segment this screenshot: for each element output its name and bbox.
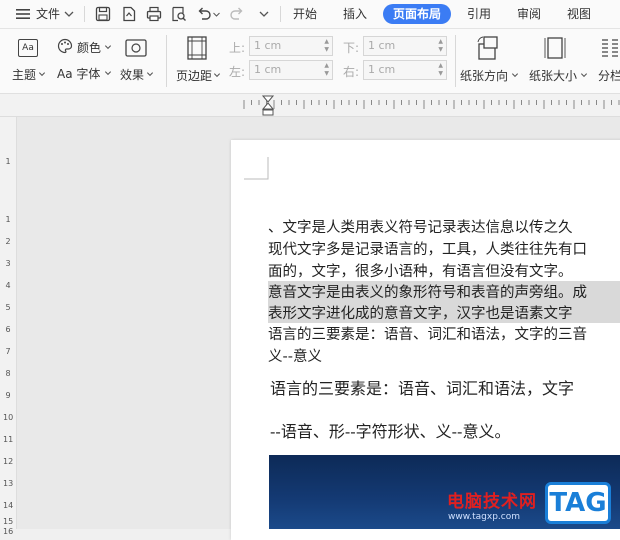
color-button[interactable]: 颜色	[77, 39, 101, 56]
print-preview-icon[interactable]	[170, 5, 188, 23]
document-line[interactable]: 、文字是人类用表义符号记录表达信息以传之久	[268, 216, 573, 237]
paper-size-icon[interactable]	[544, 35, 566, 61]
ruler-number: 16	[3, 527, 14, 536]
divider	[280, 6, 281, 22]
ruler-number: 9	[5, 391, 11, 400]
ruler-ticks	[243, 100, 620, 109]
tab-references[interactable]: 引用	[460, 4, 498, 24]
page-orientation-icon[interactable]	[476, 35, 500, 61]
watermark-url: www.tagxp.com	[448, 512, 520, 522]
vertical-ruler[interactable]: 1 1 2 3 4 5 6 7 8 9 10 11 12 13 14 15 16	[0, 117, 17, 536]
divider	[166, 35, 167, 87]
paper-size-button[interactable]: 纸张大小	[529, 67, 577, 84]
ruler-number: 13	[3, 479, 14, 488]
watermark-logo: TAG	[545, 482, 611, 524]
document-line[interactable]: 语言的三要素是：语音、词汇和语法，文字	[270, 375, 574, 399]
right-margin-input[interactable]: 1 cm ▲ ▼	[363, 60, 447, 80]
ruler-number: 14	[3, 501, 14, 510]
top-margin-label: 上:	[229, 41, 246, 55]
indent-marker-icon[interactable]	[262, 95, 274, 116]
ruler-number: 3	[5, 259, 11, 268]
top-margin-value: 1 cm	[254, 39, 282, 52]
ribbon-toolbar: Aa 主题 颜色 Aa 字体 效果 页边距 上: 1 cm ▲ ▼ 左: 1 cm ▲…	[0, 29, 620, 94]
spinner-arrows-icon[interactable]: ▲ ▼	[438, 62, 443, 78]
ruler-number: 8	[5, 369, 11, 378]
ruler-number: 7	[5, 347, 11, 356]
chevron-down-icon[interactable]	[63, 8, 75, 20]
undo-icon[interactable]	[195, 5, 213, 23]
ruler-number: 1	[5, 215, 11, 224]
tab-review[interactable]: 审阅	[510, 4, 548, 24]
palette-icon[interactable]	[57, 38, 73, 54]
effects-icon[interactable]	[125, 39, 147, 57]
file-menu[interactable]: 文件	[36, 0, 60, 28]
theme-icon[interactable]: Aa	[18, 39, 38, 57]
chevron-down-icon[interactable]	[104, 43, 112, 51]
document-line[interactable]: 语言的三要素是：语音、词汇和语法，文字的三音	[268, 323, 587, 344]
top-margin-input[interactable]: 1 cm ▲ ▼	[249, 36, 333, 56]
ruler-number: 11	[3, 435, 14, 444]
document-line[interactable]: 现代文字多是记录语言的，工具，人类往往先有口	[268, 238, 587, 259]
horizontal-ruler[interactable]	[0, 94, 620, 117]
chevron-down-icon[interactable]	[258, 8, 270, 20]
left-margin-label: 左:	[229, 65, 246, 79]
print-icon[interactable]	[145, 5, 163, 23]
chevron-down-icon[interactable]	[511, 71, 519, 79]
document-line-selected[interactable]: 意音文字是由表义的象形符号和表音的声旁组。成	[268, 281, 620, 302]
left-margin-input[interactable]: 1 cm ▲ ▼	[249, 60, 333, 80]
orientation-button[interactable]: 纸张方向	[460, 67, 508, 84]
chevron-down-icon[interactable]	[212, 10, 221, 19]
chevron-down-icon[interactable]	[213, 71, 221, 79]
save-icon[interactable]	[94, 5, 112, 23]
ruler-number: 15	[3, 517, 14, 526]
document-line[interactable]: --语音、形--字符形状、义--意义。	[270, 418, 510, 442]
bottom-margin-value: 1 cm	[368, 39, 396, 52]
watermark-text: 电脑技术网	[447, 492, 537, 512]
margins-button[interactable]: 页边距	[176, 67, 212, 84]
menu-icon[interactable]	[14, 5, 32, 23]
chevron-down-icon[interactable]	[38, 70, 46, 78]
spinner-arrows-icon[interactable]: ▲ ▼	[438, 38, 443, 54]
redo-icon[interactable]	[228, 5, 246, 23]
ruler-number: 12	[3, 457, 14, 466]
export-pdf-icon[interactable]	[120, 5, 138, 23]
page-corner-marker	[244, 157, 269, 180]
chevron-down-icon[interactable]	[146, 70, 154, 78]
spinner-arrows-icon[interactable]: ▲ ▼	[324, 38, 329, 54]
left-margin-value: 1 cm	[254, 63, 282, 76]
ruler-number: 4	[5, 281, 11, 290]
tab-page-layout[interactable]: 页面布局	[383, 4, 451, 24]
document-line-selected[interactable]: 表形文字进化成的意音文字，汉字也是语素文字	[268, 302, 620, 323]
ruler-number: 2	[5, 237, 11, 246]
ruler-number: 10	[3, 413, 14, 422]
tab-view[interactable]: 视图	[560, 4, 598, 24]
chevron-down-icon[interactable]	[580, 71, 588, 79]
tab-insert[interactable]: 插入	[336, 4, 374, 24]
tab-home[interactable]: 开始	[286, 4, 324, 24]
font-button[interactable]: Aa 字体	[57, 65, 100, 82]
right-margin-label: 右:	[343, 65, 360, 79]
theme-button[interactable]: 主题	[12, 66, 36, 83]
ruler-number: 1	[5, 157, 11, 166]
chevron-down-icon[interactable]	[104, 69, 112, 77]
divider	[84, 6, 85, 22]
document-line[interactable]: 面的，文字，很多小语种，有语言但没有文字。	[268, 260, 573, 281]
margins-icon[interactable]	[186, 36, 208, 60]
bottom-margin-input[interactable]: 1 cm ▲ ▼	[363, 36, 447, 56]
menu-bar: 文件 开始 插入 页面布局 引用 审阅 视图	[0, 0, 620, 29]
effects-button[interactable]: 效果	[120, 66, 144, 83]
divider	[455, 35, 456, 87]
right-margin-value: 1 cm	[368, 63, 396, 76]
columns-icon[interactable]	[600, 37, 620, 59]
columns-button[interactable]: 分栏	[598, 67, 620, 84]
document-line[interactable]: 义--意义	[268, 345, 322, 366]
spinner-arrows-icon[interactable]: ▲ ▼	[324, 62, 329, 78]
ruler-number: 5	[5, 303, 11, 312]
bottom-margin-label: 下:	[343, 41, 360, 55]
ruler-number: 6	[5, 325, 11, 334]
